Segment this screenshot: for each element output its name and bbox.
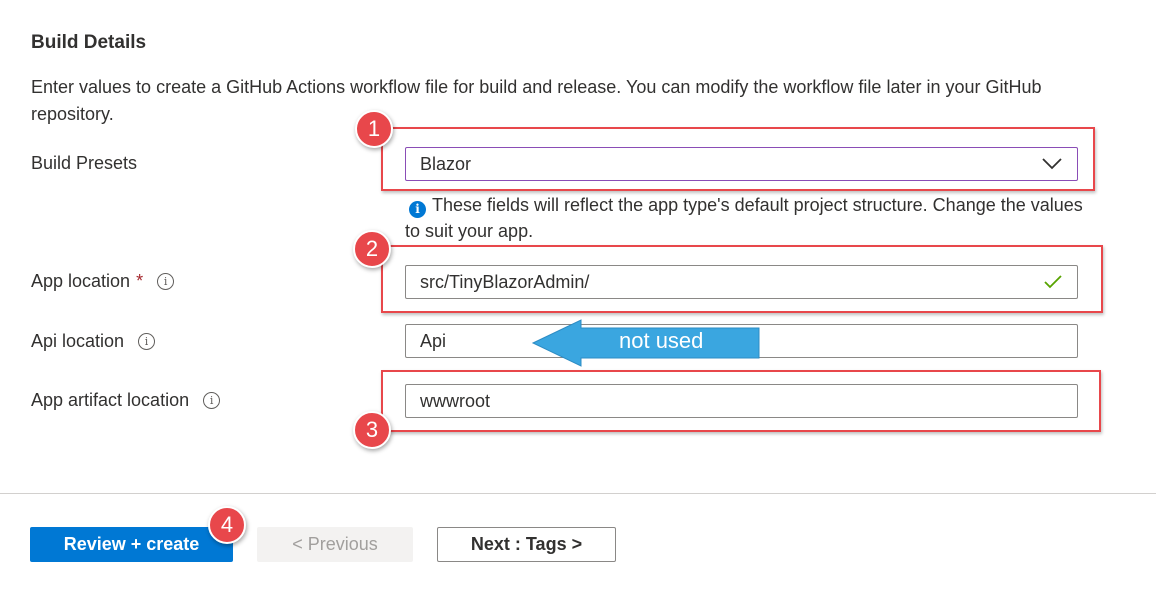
required-asterisk: *	[136, 271, 144, 291]
artifact-location-label: App artifact location i	[31, 390, 221, 411]
section-description: Enter values to create a GitHub Actions …	[31, 77, 1042, 124]
next-tags-button[interactable]: Next : Tags >	[437, 527, 616, 562]
review-create-button[interactable]: Review + create	[30, 527, 233, 562]
section-title: Build Details	[31, 32, 147, 53]
app-location-label: App location * i	[31, 271, 175, 292]
app-location-label-text: App location	[31, 271, 131, 291]
info-icon[interactable]: i	[157, 273, 175, 290]
callout-text: not used	[619, 328, 704, 353]
step-marker-3: 3	[353, 411, 391, 449]
api-location-label-text: Api location	[31, 331, 125, 351]
footer-divider	[0, 493, 1156, 494]
not-used-callout: not used	[531, 318, 761, 368]
info-icon[interactable]: i	[138, 333, 156, 350]
highlight-box-artifact-location	[381, 370, 1101, 432]
step-marker-2: 2	[353, 230, 391, 268]
preset-hint: i These fields will reflect the app type'…	[405, 192, 1095, 244]
build-presets-label: Build Presets	[31, 153, 137, 174]
api-location-label: Api location i	[31, 331, 156, 352]
artifact-location-label-text: App artifact location	[31, 390, 190, 410]
build-presets-label-text: Build Presets	[31, 153, 138, 173]
step-marker-4: 4	[208, 506, 246, 544]
preset-hint-text: These fields will reflect the app type's…	[405, 195, 1083, 241]
info-filled-icon: i	[409, 200, 426, 218]
step-marker-1: 1	[355, 110, 393, 148]
previous-button[interactable]: < Previous	[257, 527, 413, 562]
api-location-value: Api	[420, 330, 447, 351]
highlight-box-app-location	[381, 245, 1103, 313]
info-icon[interactable]: i	[203, 392, 221, 409]
highlight-box-presets	[381, 127, 1095, 191]
